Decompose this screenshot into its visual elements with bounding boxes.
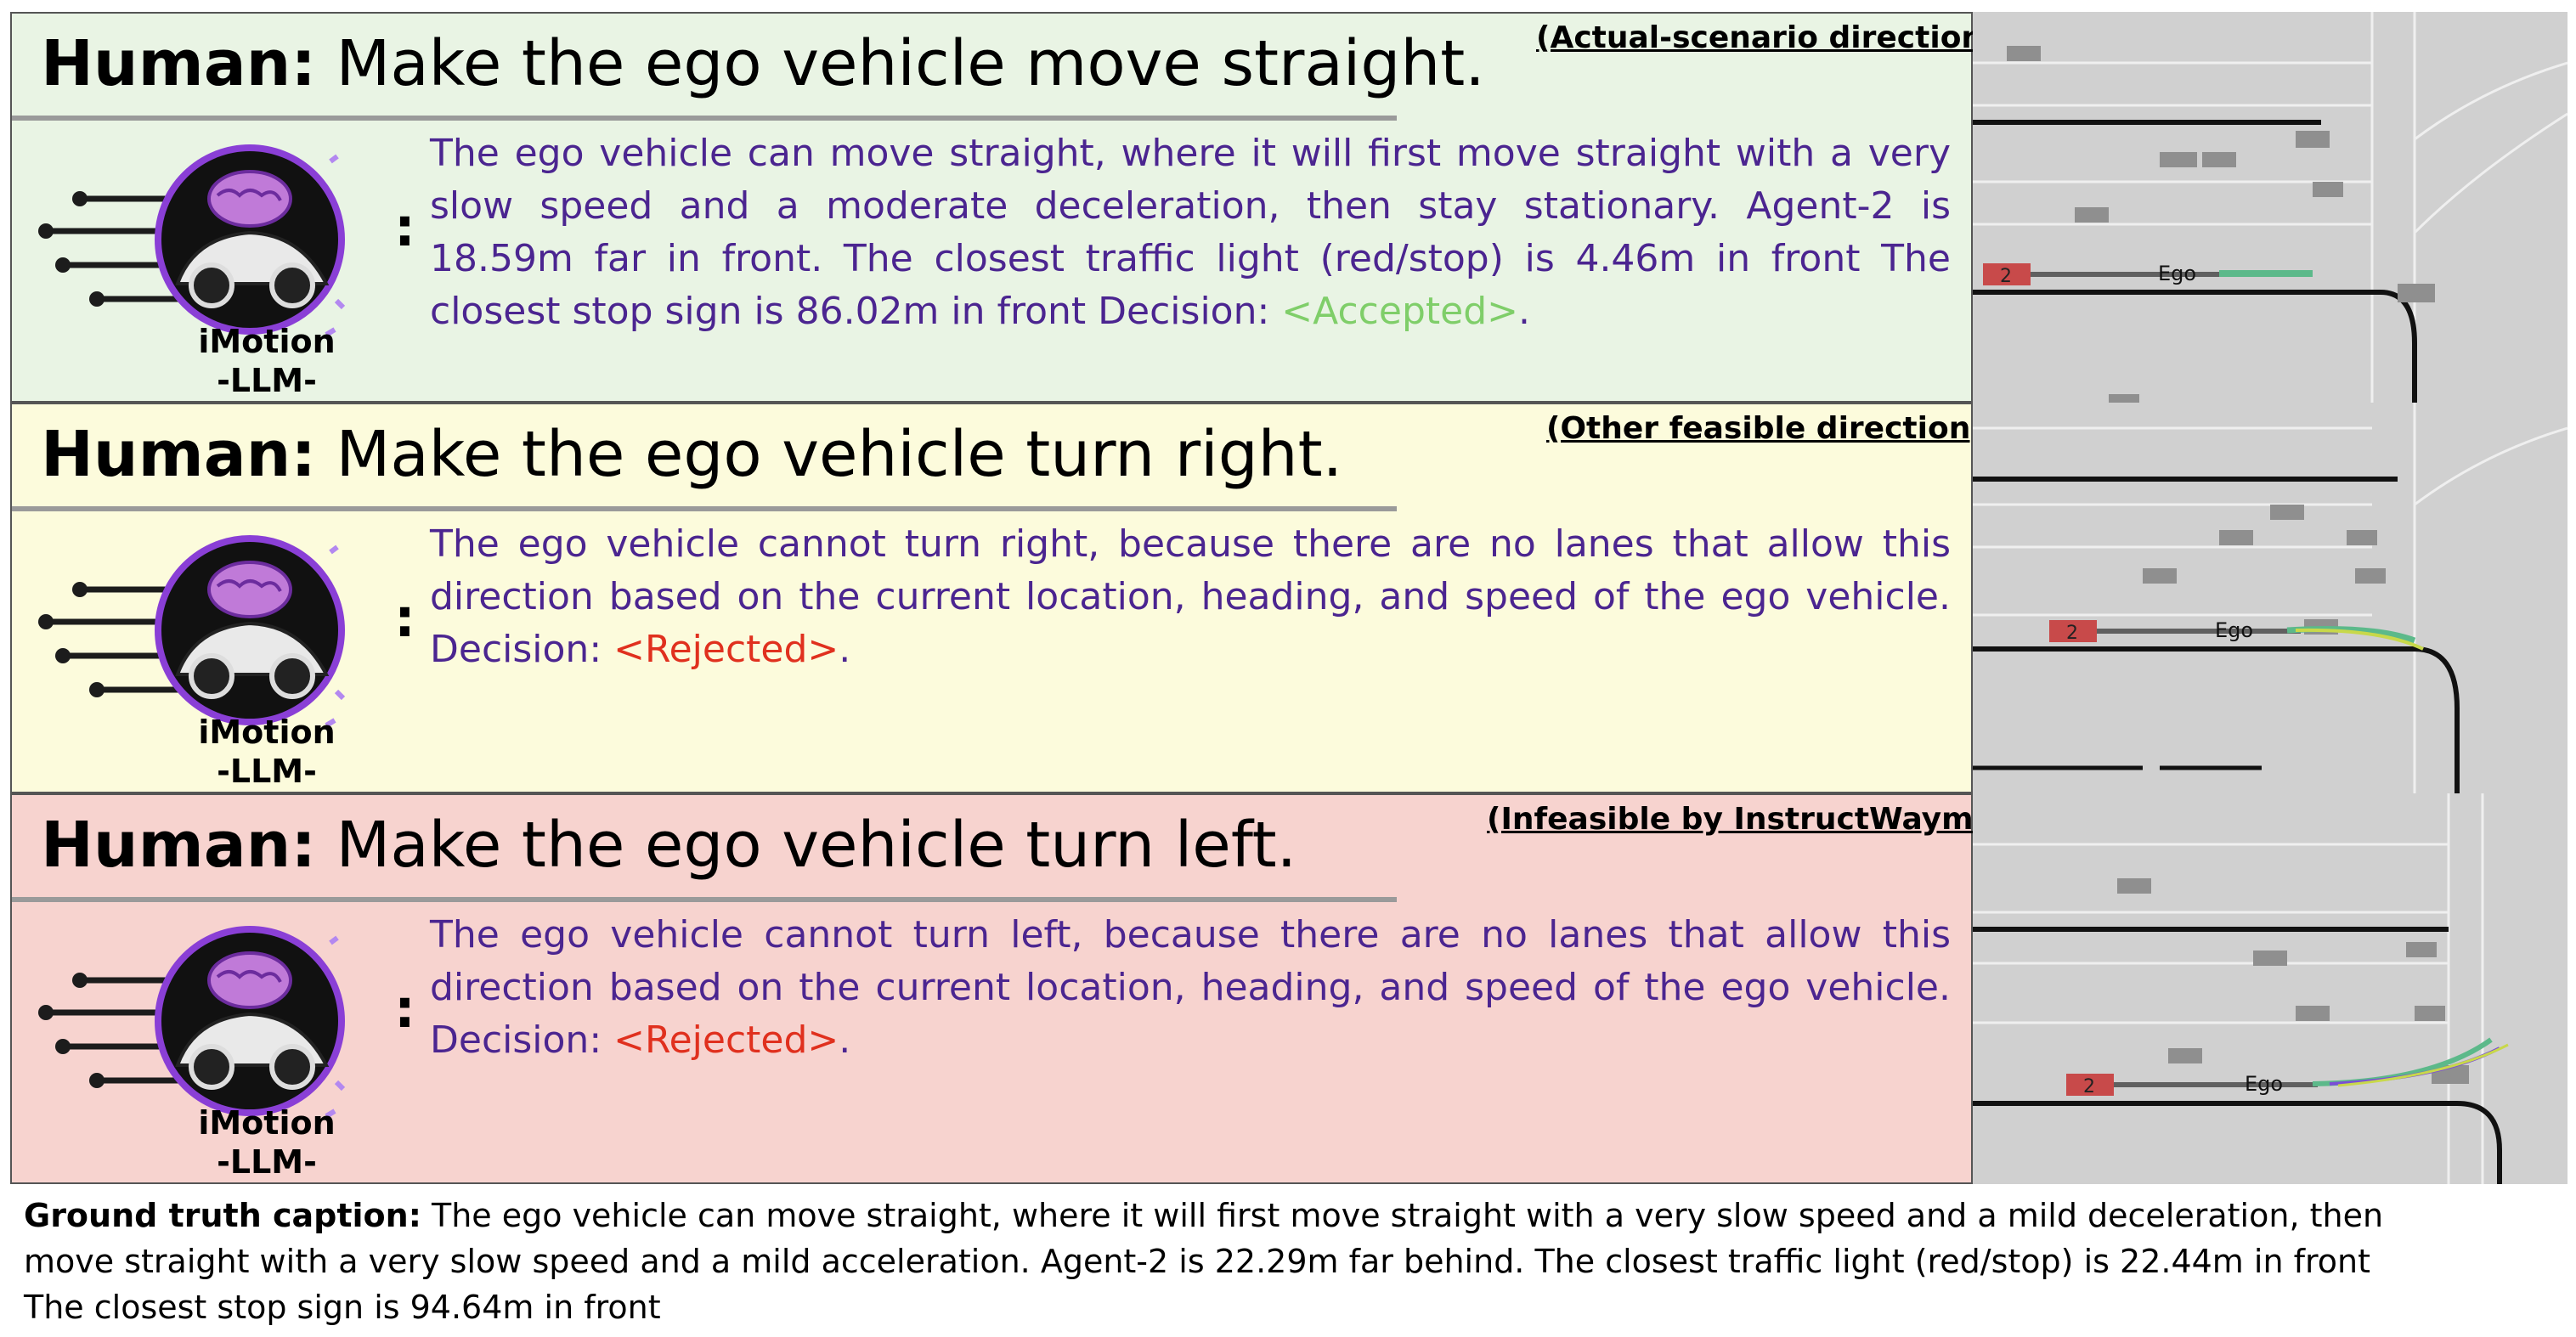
caption-label: Ground truth caption: [24, 1197, 421, 1234]
agent-label: 2 [2083, 1076, 2095, 1097]
brain-car-logo-icon [38, 926, 346, 1119]
human-instruction: Human: Make the ego vehicle move straigh… [41, 27, 1485, 100]
decision-rejected: <Rejected> [613, 1018, 839, 1062]
colon: : [394, 196, 415, 258]
direction-tag: (Infeasible by InstructWaymo) [1487, 802, 2008, 837]
map-scene-icon: 2 Ego [1973, 793, 2568, 1184]
ego-label: Ego [2215, 618, 2253, 642]
human-instruction: Human: Make the ego vehicle turn left. [41, 809, 1297, 882]
logo-name: iMotion -LLM- [198, 714, 336, 790]
divider [12, 897, 1397, 902]
panel-turn-right: Human: Make the ego vehicle turn right. … [10, 403, 1985, 793]
ground-truth-caption: Ground truth caption: The ego vehicle ca… [24, 1193, 2403, 1330]
ego-label: Ego [2245, 1072, 2283, 1096]
map-scene-icon: 2 Ego [1973, 403, 2568, 793]
divider [12, 116, 1397, 121]
llm-response: The ego vehicle cannot turn left, becaus… [430, 913, 1951, 1062]
colon: : [394, 978, 415, 1040]
map-scene-icon: 2 Ego [1973, 12, 2568, 403]
panel-move-straight: Human: Make the ego vehicle move straigh… [10, 12, 1997, 403]
ego-label: Ego [2158, 262, 2196, 285]
colon: : [394, 587, 415, 649]
panel-turn-left: Human: Make the ego vehicle turn left. (… [10, 793, 2008, 1184]
agent-label: 2 [2066, 623, 2078, 644]
agent-label: 2 [2000, 266, 2012, 287]
llm-response: The ego vehicle can move straight, where… [430, 132, 1951, 333]
decision-rejected: <Rejected> [613, 628, 839, 671]
divider [12, 506, 1397, 511]
decision-accepted: <Accepted> [1281, 290, 1518, 333]
human-instruction: Human: Make the ego vehicle turn right. [41, 418, 1343, 491]
llm-response: The ego vehicle cannot turn right, becau… [430, 522, 1951, 671]
direction-tag: (Actual-scenario direction) [1536, 20, 1997, 55]
scenario-map-left: 2 Ego [1973, 793, 2568, 1184]
brain-car-logo-icon [38, 535, 346, 728]
brain-car-logo-icon [38, 144, 346, 337]
logo-name: iMotion -LLM- [198, 323, 336, 399]
scenario-map-right: 2 Ego [1973, 403, 2568, 793]
logo-name: iMotion -LLM- [198, 1104, 336, 1181]
direction-tag: (Other feasible direction) [1546, 411, 1985, 446]
scenario-map-straight: 2 Ego [1973, 12, 2568, 403]
